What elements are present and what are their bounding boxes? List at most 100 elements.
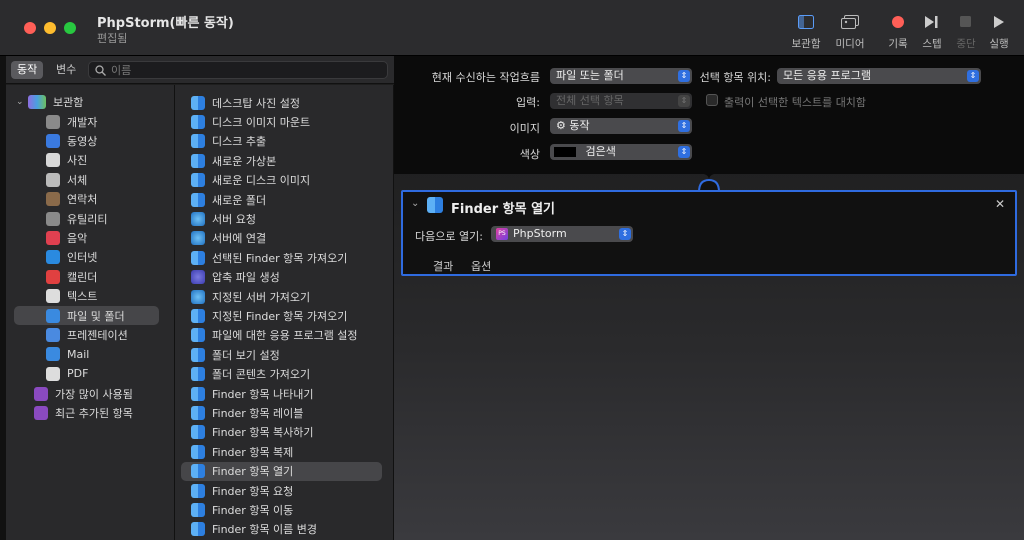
record-icon xyxy=(884,12,912,32)
media-button[interactable]: 미디어 xyxy=(832,12,868,51)
library-item-4[interactable]: 연락처 xyxy=(46,190,97,209)
action-item[interactable]: 서버에 연결 xyxy=(181,229,382,248)
action-item[interactable]: 새로운 폴더 xyxy=(181,190,382,209)
zoom-window-button[interactable] xyxy=(64,22,76,34)
color-popup[interactable]: 검은색 ⇕ xyxy=(550,144,692,160)
action-item[interactable]: 파일에 대한 응용 프로그램 설정 xyxy=(181,326,382,345)
finder-icon xyxy=(191,464,205,479)
action-item[interactable]: 폴더 보기 설정 xyxy=(181,345,382,364)
step-label: 스텝 xyxy=(922,38,942,50)
library-search-bar: 동작 변수 xyxy=(6,56,394,84)
library-books-icon xyxy=(28,94,46,109)
action-item-label: Finder 항목 이동 xyxy=(212,503,294,517)
action-item[interactable]: 지정된 Finder 항목 가져오기 xyxy=(181,306,382,325)
finder-icon xyxy=(191,192,205,207)
library-item-2[interactable]: 사진 xyxy=(46,151,87,170)
library-item-7[interactable]: 인터넷 xyxy=(46,248,97,267)
action-item-label: Finder 항목 레이블 xyxy=(212,406,304,420)
receives-popup[interactable]: 파일 또는 폴더 ⇕ xyxy=(550,68,692,84)
font-icon xyxy=(46,172,60,187)
close-window-button[interactable] xyxy=(24,22,36,34)
presentation-icon xyxy=(46,327,60,342)
action-item[interactable]: 지정된 서버 가져오기 xyxy=(181,287,382,306)
action-item[interactable]: 새로운 디스크 이미지 xyxy=(181,171,382,190)
action-item[interactable]: 새로운 가상본 xyxy=(181,151,382,170)
action-item[interactable]: Finder 항목 요청 xyxy=(181,481,382,500)
tab-options[interactable]: 옵션 xyxy=(471,258,491,274)
action-item[interactable]: Finder 항목 레이블 xyxy=(181,403,382,422)
chevron-down-icon[interactable]: ⌄ xyxy=(411,198,419,209)
action-item-label: 서버에 연결 xyxy=(212,232,267,246)
action-item[interactable]: Finder 항목 나타내기 xyxy=(181,384,382,403)
library-item-label: Mail xyxy=(67,347,90,361)
chevron-down-icon[interactable]: ⌄ xyxy=(16,97,28,107)
library-item-1[interactable]: 동영상 xyxy=(46,131,97,150)
action-item-label: 데스크탑 사진 설정 xyxy=(212,96,300,110)
library-item-label: 서체 xyxy=(67,173,88,187)
finder-icon xyxy=(191,367,205,382)
replace-checkbox[interactable] xyxy=(706,94,718,106)
run-button[interactable]: 실행 xyxy=(984,12,1014,51)
action-item[interactable]: Finder 항목 열기 xyxy=(181,461,382,481)
action-item[interactable]: 디스크 이미지 마운트 xyxy=(181,112,382,131)
step-button[interactable]: 스텝 xyxy=(918,12,946,51)
action-item[interactable]: 선택된 Finder 항목 가져오기 xyxy=(181,248,382,267)
action-item[interactable]: 압축 파일 생성 xyxy=(181,268,382,287)
action-item-label: 압축 파일 생성 xyxy=(212,271,280,285)
library-item-3[interactable]: 서체 xyxy=(46,170,87,189)
action-item[interactable]: Finder 항목 복제 xyxy=(181,442,382,461)
library-list: ⌄ 보관함 개발자 동영상 사진서체연락처 유틸리티 음악인터넷캘린더텍스트 파일 및 폴… xyxy=(6,85,175,540)
library-item-label: 프레젠테이션 xyxy=(67,328,128,342)
action-item[interactable]: 디스크 추출 xyxy=(181,132,382,151)
library-item-8[interactable]: 캘린더 xyxy=(46,267,97,286)
library-item-label: 캘린더 xyxy=(67,270,98,284)
action-item[interactable]: 데스크탑 사진 설정 xyxy=(181,93,382,112)
action-item[interactable]: 서버 요청 xyxy=(181,209,382,228)
in-popup[interactable]: 모든 응용 프로그램 ⇕ xyxy=(777,68,981,84)
automator-icon xyxy=(191,270,205,285)
library-root[interactable]: ⌄ 보관함 xyxy=(16,92,83,111)
tab-variables[interactable]: 변수 xyxy=(50,61,82,79)
minimize-window-button[interactable] xyxy=(44,22,56,34)
library-item-6[interactable]: 음악 xyxy=(46,228,87,247)
action-item[interactable]: Finder 항목 복사하기 xyxy=(181,423,382,442)
tab-results[interactable]: 결과 xyxy=(433,258,453,274)
color-value: 검은색 xyxy=(585,145,616,158)
record-button[interactable]: 기록 xyxy=(884,12,912,51)
open-with-popup[interactable]: PS PhpStorm ⇕ xyxy=(491,226,633,242)
stop-label: 중단 xyxy=(956,38,976,50)
close-icon[interactable]: ✕ xyxy=(995,197,1005,211)
finder-icon xyxy=(191,173,205,188)
library-item-0[interactable]: 개발자 xyxy=(46,112,97,131)
smart-folder-icon xyxy=(34,405,48,420)
finder-icon xyxy=(191,444,205,459)
library-item-5[interactable]: 유틸리티 xyxy=(46,209,107,228)
action-item-label: 새로운 디스크 이미지 xyxy=(212,174,311,188)
smart-group-0[interactable]: 가장 많이 사용됨 xyxy=(34,384,133,403)
smart-group-1[interactable]: 최근 추가된 항목 xyxy=(34,403,133,422)
tab-actions[interactable]: 동작 xyxy=(11,61,44,79)
stop-button[interactable]: 중단 xyxy=(952,12,980,51)
action-item-label: Finder 항목 열기 xyxy=(212,465,294,479)
library-item-label: 인터넷 xyxy=(67,251,98,265)
folder-icon xyxy=(46,308,60,323)
action-item[interactable]: Finder 항목 이동 xyxy=(181,500,382,519)
library-button[interactable]: 보관함 xyxy=(788,12,824,51)
color-label: 색상 xyxy=(519,148,540,161)
internet-icon xyxy=(46,250,60,265)
search-input[interactable] xyxy=(111,62,381,78)
input-popup[interactable]: 전체 선택 항목 ⇕ xyxy=(550,93,692,109)
search-field[interactable] xyxy=(88,61,388,79)
library-item-9[interactable]: 텍스트 xyxy=(46,287,97,306)
action-item[interactable]: 폴더 콘텐츠 가져오기 xyxy=(181,365,382,384)
library-item-13[interactable]: PDF xyxy=(46,364,88,383)
library-item-10[interactable]: 파일 및 폴더 xyxy=(14,306,159,325)
library-label: 보관함 xyxy=(791,38,821,50)
action-item-label: 지정된 Finder 항목 가져오기 xyxy=(212,309,348,323)
library-item-12[interactable]: Mail xyxy=(46,345,89,364)
finder-icon xyxy=(191,153,205,168)
action-card-open-finder-items[interactable]: ⌄ Finder 항목 열기 ✕ 다음으로 열기: PS PhpStorm ⇕ … xyxy=(401,190,1017,276)
library-item-11[interactable]: 프레젠테이션 xyxy=(46,325,128,344)
image-popup[interactable]: ⚙ 동작 ⇕ xyxy=(550,118,692,134)
action-item[interactable]: Finder 항목 이름 변경 xyxy=(181,520,382,539)
